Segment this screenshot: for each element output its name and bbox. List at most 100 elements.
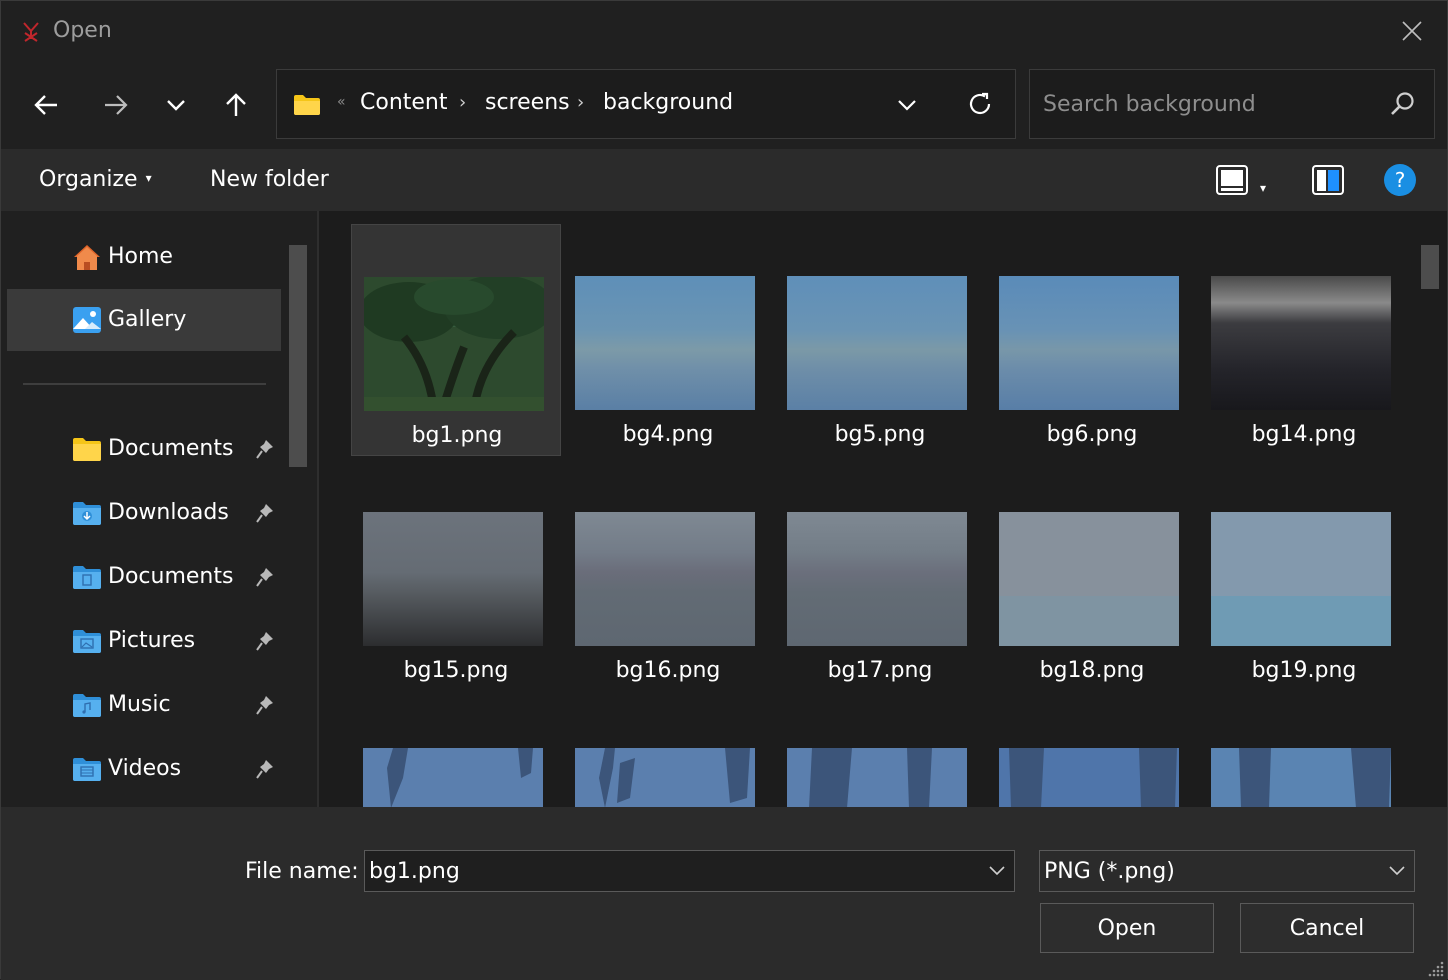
sidebar-scrollbar-thumb[interactable] <box>289 245 307 467</box>
sidebar-item-pictures[interactable]: Pictures <box>7 610 281 672</box>
file-tile-partial[interactable] <box>775 696 985 807</box>
sidebar-item-label: Downloads <box>108 500 229 525</box>
file-tile-bg15[interactable]: bg15.png <box>351 460 561 692</box>
music-folder-icon <box>73 694 101 717</box>
pin-icon[interactable] <box>255 758 275 780</box>
sidebar-item-gallery[interactable]: Gallery <box>7 289 281 351</box>
search-icon[interactable] <box>1388 90 1416 118</box>
downloads-folder-icon <box>73 502 101 525</box>
dialog-footer: File name: bg1.png PNG (*.png) Open Canc… <box>1 807 1447 980</box>
file-tile-partial[interactable] <box>987 696 1197 807</box>
file-tile-bg5[interactable]: bg5.png <box>775 224 985 456</box>
view-options-dropdown[interactable]: ▾ <box>1260 171 1266 205</box>
refresh-button[interactable] <box>960 86 1000 122</box>
cancel-button[interactable]: Cancel <box>1240 903 1414 953</box>
overflow-chevron-icon: « <box>337 94 346 110</box>
image-thumbnail <box>999 748 1179 807</box>
image-thumbnail <box>787 512 967 646</box>
svg-text:?: ? <box>1395 168 1406 192</box>
sidebar-item-downloads[interactable]: Downloads <box>7 482 281 544</box>
breadcrumb-screens[interactable]: screens <box>485 90 570 115</box>
file-tile-partial[interactable] <box>563 696 773 807</box>
view-mode-icon <box>1216 165 1248 195</box>
pin-icon[interactable] <box>255 438 275 460</box>
app-icon <box>23 22 39 42</box>
breadcrumb-separator-icon[interactable]: › <box>577 92 584 113</box>
home-icon <box>74 245 100 270</box>
sidebar-divider <box>23 383 266 385</box>
file-list: bg1.png bg4.png bg5.png bg6.png bg14.png… <box>319 211 1447 807</box>
new-folder-button[interactable]: New folder <box>210 167 329 192</box>
refresh-icon <box>969 92 991 115</box>
gallery-icon <box>73 307 101 333</box>
pin-icon[interactable] <box>255 694 275 716</box>
folder-icon <box>73 438 101 461</box>
file-tile-bg18[interactable]: bg18.png <box>987 460 1197 692</box>
file-tile-partial[interactable] <box>351 696 561 807</box>
pin-icon[interactable] <box>255 502 275 524</box>
sidebar-item-documents-2[interactable]: Documents <box>7 546 281 608</box>
address-history-dropdown[interactable] <box>887 90 927 120</box>
sidebar-item-label: Music <box>108 692 171 717</box>
breadcrumb-background[interactable]: background <box>603 90 733 115</box>
documents-folder-icon <box>73 566 101 589</box>
open-button[interactable]: Open <box>1040 903 1214 953</box>
file-tile-partial[interactable] <box>1199 696 1409 807</box>
pictures-folder-icon <box>73 630 101 653</box>
forward-button[interactable] <box>96 85 136 125</box>
image-thumbnail <box>363 512 543 646</box>
file-tile-bg6[interactable]: bg6.png <box>987 224 1197 456</box>
breadcrumb-separator-icon[interactable]: › <box>459 92 466 113</box>
chevron-down-icon[interactable] <box>988 863 1006 877</box>
file-name-label: bg16.png <box>615 658 721 683</box>
videos-folder-icon <box>73 758 101 781</box>
sidebar-item-home[interactable]: Home <box>7 226 281 288</box>
open-file-dialog: Open « Content › screens › background Se… <box>0 0 1448 980</box>
resize-grip-icon[interactable] <box>1425 958 1445 978</box>
file-name-label: bg17.png <box>827 658 933 683</box>
sidebar-item-label: Documents <box>108 564 234 589</box>
file-tile-bg16[interactable]: bg16.png <box>563 460 773 692</box>
pin-icon[interactable] <box>255 566 275 588</box>
change-view-button[interactable] <box>1214 163 1250 197</box>
file-name-label: bg15.png <box>403 658 509 683</box>
help-button[interactable]: ? <box>1383 163 1417 197</box>
file-list-scrollbar-thumb[interactable] <box>1421 245 1439 289</box>
file-name-label: bg1.png <box>411 423 503 448</box>
search-box[interactable]: Search background <box>1029 69 1435 139</box>
close-button[interactable] <box>1377 1 1447 61</box>
recent-locations-button[interactable] <box>156 85 196 125</box>
file-tile-bg4[interactable]: bg4.png <box>563 224 773 456</box>
file-tile-bg19[interactable]: bg19.png <box>1199 460 1409 692</box>
breadcrumb-content[interactable]: Content <box>360 90 448 115</box>
file-type-select[interactable]: PNG (*.png) <box>1039 850 1415 892</box>
close-icon <box>1402 21 1422 41</box>
file-tile-bg14[interactable]: bg14.png <box>1199 224 1409 456</box>
sidebar-item-videos[interactable]: Videos <box>7 738 281 800</box>
sidebar-item-label: Pictures <box>108 628 196 653</box>
sidebar-item-music[interactable]: Music <box>7 674 281 736</box>
sidebar-item-documents[interactable]: Documents <box>7 418 281 480</box>
sidebar-item-label: Documents <box>108 436 234 461</box>
preview-pane-button[interactable] <box>1310 163 1346 197</box>
organize-menu[interactable]: Organize ▾ <box>39 167 152 192</box>
folder-icon <box>294 95 320 115</box>
file-name-input[interactable]: bg1.png <box>364 850 1015 892</box>
file-name-label: bg5.png <box>834 422 926 447</box>
title-bar: Open <box>1 1 1447 61</box>
file-name-value[interactable]: bg1.png <box>369 859 460 884</box>
image-thumbnail <box>363 748 543 807</box>
file-tile-bg1[interactable]: bg1.png <box>351 224 561 456</box>
pin-icon[interactable] <box>255 630 275 652</box>
help-icon: ? <box>1384 164 1416 196</box>
address-bar[interactable]: « Content › screens › background <box>276 69 1016 139</box>
search-input[interactable]: Search background <box>1043 92 1256 117</box>
image-thumbnail <box>999 512 1179 646</box>
file-name-label: bg6.png <box>1046 422 1138 447</box>
back-button[interactable] <box>26 85 66 125</box>
file-tile-bg17[interactable]: bg17.png <box>775 460 985 692</box>
arrow-up-icon <box>226 93 246 116</box>
caret-down-icon: ▾ <box>1260 181 1267 195</box>
sidebar-item-label: Home <box>108 244 173 269</box>
up-button[interactable] <box>216 85 256 125</box>
